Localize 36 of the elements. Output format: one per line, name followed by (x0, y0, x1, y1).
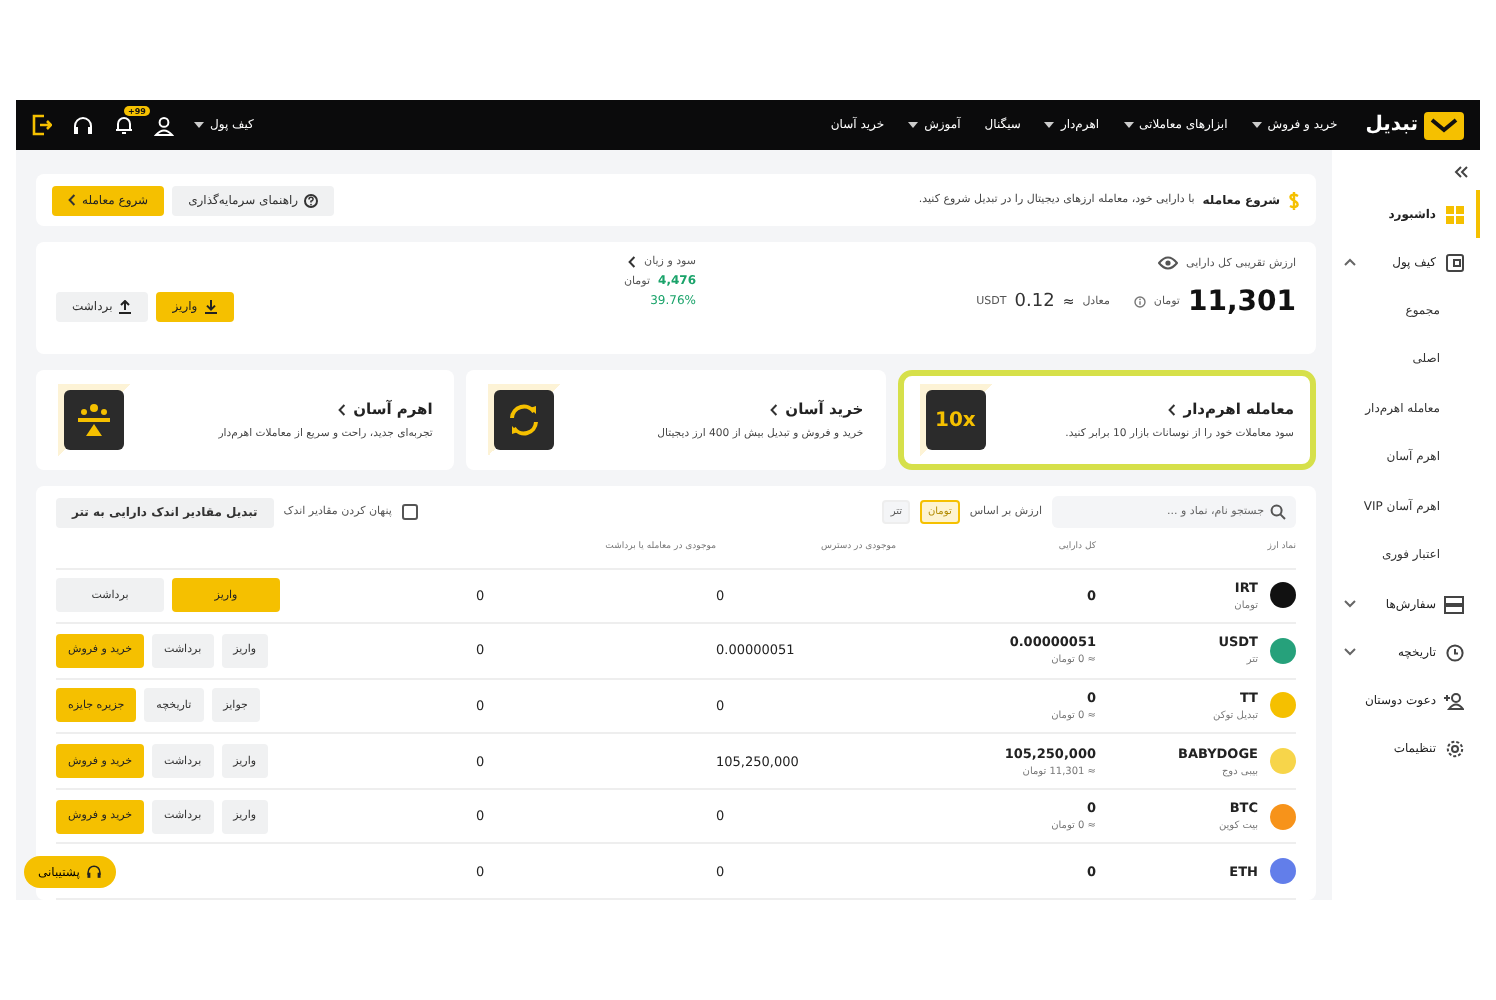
list-icon (1444, 595, 1464, 613)
history-icon (1446, 643, 1464, 661)
eye-icon[interactable] (1158, 256, 1179, 270)
equivalent-value: 0.12 (1014, 292, 1055, 312)
info-icon[interactable] (1133, 296, 1146, 308)
download-icon (203, 300, 218, 314)
collapse-icon[interactable] (1454, 166, 1468, 178)
wallet-icon (1446, 253, 1464, 271)
scale-icon (64, 390, 125, 450)
chevron-icon[interactable] (1344, 600, 1356, 608)
user-icon[interactable] (154, 115, 174, 135)
balance-value: 11,301 (1187, 286, 1296, 318)
checkbox[interactable] (401, 504, 418, 520)
search-icon (1270, 504, 1286, 520)
chevron-icon (68, 194, 76, 206)
settings-icon (1446, 739, 1464, 757)
headset-icon (85, 864, 102, 880)
logo-icon[interactable] (1424, 111, 1464, 139)
chevron-icon (628, 256, 637, 268)
leverage-badge: 10x (925, 390, 986, 450)
logo-text[interactable]: تبدیل (1365, 114, 1418, 136)
help-icon (304, 193, 319, 207)
chevron-icon (1167, 403, 1176, 415)
chevron-icon (337, 403, 346, 415)
swap-icon (494, 390, 555, 450)
chevron-icon[interactable] (1344, 258, 1356, 266)
exit-icon[interactable] (32, 114, 52, 136)
caret-icon (194, 122, 204, 128)
upload-icon (118, 300, 133, 314)
grid-icon (1446, 205, 1464, 223)
headset-icon[interactable] (72, 115, 94, 135)
coin-icon (1288, 191, 1300, 209)
bell-icon[interactable] (114, 114, 134, 136)
chevron-icon (769, 403, 778, 415)
user-plus-icon (1444, 691, 1464, 709)
chevron-icon[interactable] (1344, 648, 1356, 656)
